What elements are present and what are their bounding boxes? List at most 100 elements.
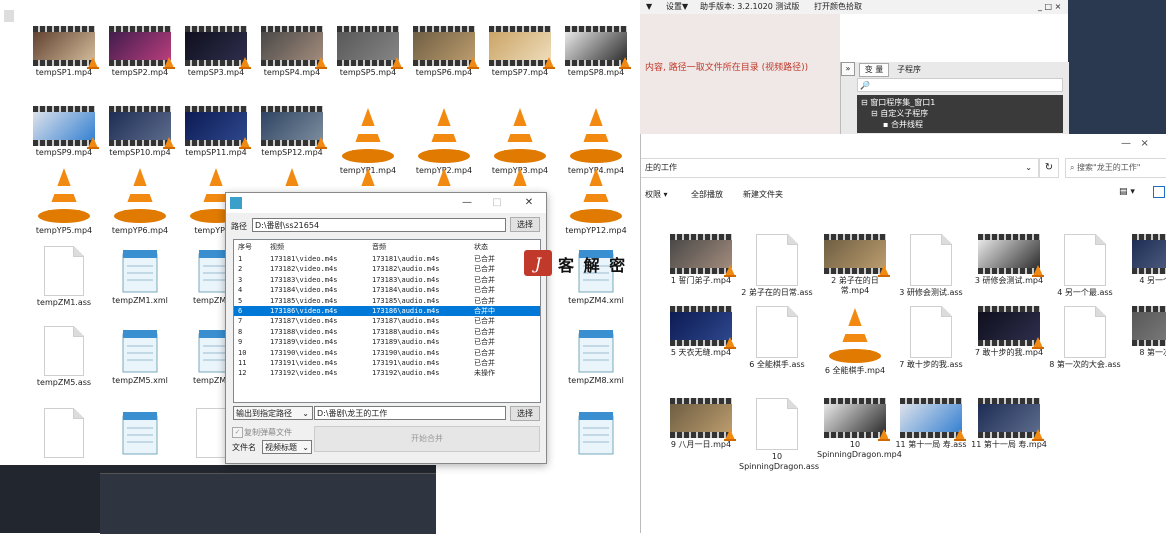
tree-item-custom[interactable]: ⊟ 自定义子程序 [871, 108, 928, 119]
explorer-file-icon[interactable]: 2 弟子在的日常.mp4 [817, 234, 893, 296]
desktop-file-icon[interactable]: tempSP12.mp4 [254, 106, 330, 158]
explorer-file-icon[interactable]: 10 SpinningDragon.mp4 [817, 398, 902, 460]
desktop-file-icon[interactable]: tempSP9.mp4 [26, 106, 102, 158]
desktop-file-icon[interactable]: tempSP6.mp4 [406, 26, 482, 78]
menu-color-picker[interactable]: 打开颜色拾取 [814, 0, 862, 14]
desktop-file-icon[interactable]: tempSP1.mp4 [26, 26, 102, 78]
explorer-file-icon[interactable]: 6 全能棋手.ass [739, 306, 815, 370]
desktop-file-icon[interactable]: tempZM1.xml [102, 246, 178, 306]
video-thumbnail [978, 398, 1044, 441]
desktop-file-icon[interactable] [558, 408, 634, 456]
table-row[interactable]: 2 173182\video.m4s 173182\audio.m4s 已合并 [234, 264, 540, 274]
tree-item-thread[interactable]: ▪ 合并线程 [883, 119, 923, 130]
explorer-file-icon[interactable]: 6 全能棋手.mp4 [817, 306, 893, 376]
start-merge-button[interactable]: 开始合并 [314, 426, 540, 452]
toolbar-play-all[interactable]: 全部播放 [691, 189, 723, 200]
explorer-file-icon[interactable]: 9 八月一日.mp4 [663, 398, 739, 450]
tree-item-assembly[interactable]: ⊟ 窗口程序集_窗口1 [861, 97, 935, 108]
table-row[interactable]: 11 173191\video.m4s 173191\audio.m4s 已合并 [234, 358, 540, 368]
explorer-file-icon[interactable]: 4 另一个最... [1125, 234, 1166, 286]
table-row[interactable]: 10 173190\video.m4s 173190\audio.m4s 已合并 [234, 348, 540, 358]
tree-label: 自定义子程序 [880, 109, 929, 118]
filename-select[interactable]: 视频标题 ⌄ [262, 440, 312, 454]
path-input[interactable]: D:\番剧\ss21654 [252, 218, 506, 232]
desktop-file-icon[interactable]: tempSP2.mp4 [102, 26, 178, 78]
toolbar-new-folder[interactable]: 新建文件夹 [743, 189, 783, 200]
panel-search-box[interactable]: 🔎 [857, 78, 1063, 92]
desktop-file-icon[interactable]: tempZM8.xml [558, 326, 634, 386]
toolbar-permissions[interactable]: 权限 ▾ [645, 189, 668, 200]
refresh-button[interactable]: ↻ [1039, 158, 1059, 178]
maximize-button[interactable]: □ [488, 196, 506, 210]
desktop-file-icon[interactable]: tempZM5.ass [26, 326, 102, 388]
output-mode-select[interactable]: 输出到指定路径 ⌄ [233, 406, 313, 420]
column-header-status[interactable]: 状态 [474, 242, 488, 252]
row-index: 1 [238, 255, 243, 263]
desktop-file-icon[interactable]: tempYP6.mp4 [102, 166, 178, 236]
desktop-file-icon[interactable]: tempZM1.ass [26, 246, 102, 308]
desktop-file-icon[interactable] [26, 408, 102, 458]
explorer-file-icon[interactable]: 4 另一个最.ass [1047, 234, 1123, 298]
desktop-file-icon[interactable]: tempSP10.mp4 [102, 106, 178, 158]
tab-variables[interactable]: 变 量 [859, 63, 889, 77]
menu-settings[interactable]: 设置▼ [666, 0, 688, 14]
table-row[interactable]: 6 173186\video.m4s 173186\audio.m4s 合并中 [234, 306, 540, 316]
vlc-badge-icon [315, 57, 327, 69]
desktop-file-icon[interactable]: tempYP5.mp4 [26, 166, 102, 236]
panel-collapse-button[interactable]: » [841, 62, 855, 76]
desktop-file-icon[interactable]: tempSP8.mp4 [558, 26, 634, 78]
desktop-file-icon[interactable]: tempSP11.mp4 [178, 106, 254, 158]
explorer-file-icon[interactable]: 10 SpinningDragon.ass [739, 398, 819, 472]
task-list[interactable]: 序号 视频 音频 状态 1 173181\video.m4s 173181\audi… [233, 239, 541, 403]
table-row[interactable]: 5 173185\video.m4s 173185\audio.m4s 已合并 [234, 296, 540, 306]
chevron-down-icon[interactable]: ⌄ [1025, 159, 1032, 177]
table-row[interactable]: 4 173184\video.m4s 173184\audio.m4s 已合并 [234, 285, 540, 295]
explorer-window-controls[interactable]: — × [1121, 138, 1149, 149]
explorer-file-icon[interactable]: 1 誓门弟子.mp4 [663, 234, 739, 286]
table-row[interactable]: 7 173187\video.m4s 173187\audio.m4s 已合并 [234, 316, 540, 326]
explorer-file-icon[interactable]: 3 研修会测试.ass [893, 234, 969, 298]
search-input[interactable]: ⌕ 搜索"龙王的工作" [1065, 158, 1166, 178]
notepad-icon [573, 326, 619, 374]
explorer-file-icon[interactable]: 11 第十一局 寿.ass [893, 398, 969, 450]
copy-danmaku-checkbox[interactable]: ✓ [232, 427, 243, 438]
desktop-file-icon[interactable]: tempSP3.mp4 [178, 26, 254, 78]
explorer-file-icon[interactable]: 8 第一次的大会.ass [1047, 306, 1123, 370]
close-button[interactable]: ✕ [520, 196, 538, 210]
desktop-file-icon[interactable]: tempSP5.mp4 [330, 26, 406, 78]
document-icon [756, 306, 798, 358]
desktop-file-icon[interactable]: tempSP4.mp4 [254, 26, 330, 78]
desktop-file-icon[interactable]: tempSP7.mp4 [482, 26, 558, 78]
table-row[interactable]: 3 173183\video.m4s 173183\audio.m4s 已合并 [234, 275, 540, 285]
output-path-input[interactable]: D:\番剧\龙王的工作 [314, 406, 506, 420]
explorer-file-icon[interactable]: 11 第十一局 寿.mp4 [971, 398, 1047, 450]
table-row[interactable]: 9 173189\video.m4s 173189\audio.m4s 已合并 [234, 337, 540, 347]
window-controls[interactable]: _ □ × [1038, 0, 1061, 14]
view-options-icon[interactable]: ▤ ▾ [1119, 187, 1135, 197]
address-bar[interactable]: 庄的工作 ⌄ [641, 158, 1039, 178]
explorer-file-icon[interactable]: 5 天衣无缝.mp4 [663, 306, 739, 358]
details-pane-icon[interactable] [1153, 186, 1165, 198]
choose-path-button[interactable]: 选择 [510, 217, 540, 232]
tab-subroutines[interactable]: 子程序 [897, 64, 921, 75]
menu-arrow[interactable]: ▼ [646, 0, 652, 14]
explorer-file-icon[interactable]: 7 敢十步的我.ass [893, 306, 969, 370]
table-row[interactable]: 8 173188\video.m4s 173188\audio.m4s 已合并 [234, 327, 540, 337]
row-status: 已合并 [474, 265, 495, 274]
table-row[interactable]: 1 173181\video.m4s 173181\audio.m4s 已合并 [234, 254, 540, 264]
desktop-file-icon[interactable]: tempYP12.mp4 [558, 166, 634, 236]
column-header-video[interactable]: 视频 [270, 242, 284, 252]
desktop-file-icon[interactable]: tempZM5.xml [102, 326, 178, 386]
row-video: 173189\video.m4s [270, 338, 338, 347]
choose-output-button[interactable]: 选择 [510, 406, 540, 421]
table-row[interactable]: 12 173192\video.m4s 173192\audio.m4s 未操作 [234, 368, 540, 378]
desktop-file-icon[interactable] [102, 408, 178, 456]
explorer-file-icon[interactable]: 3 研修会测试.mp4 [971, 234, 1047, 286]
explorer-file-icon[interactable]: 8 第一次的... [1125, 306, 1166, 358]
explorer-file-icon[interactable]: 7 敢十步的我.mp4 [971, 306, 1047, 358]
row-audio: 173181\audio.m4s [372, 255, 440, 263]
minimize-button[interactable]: — [458, 196, 476, 210]
explorer-file-icon[interactable]: 2 弟子在的日常.ass [739, 234, 815, 298]
column-header-audio[interactable]: 音频 [372, 242, 386, 252]
column-header-index[interactable]: 序号 [238, 242, 252, 252]
